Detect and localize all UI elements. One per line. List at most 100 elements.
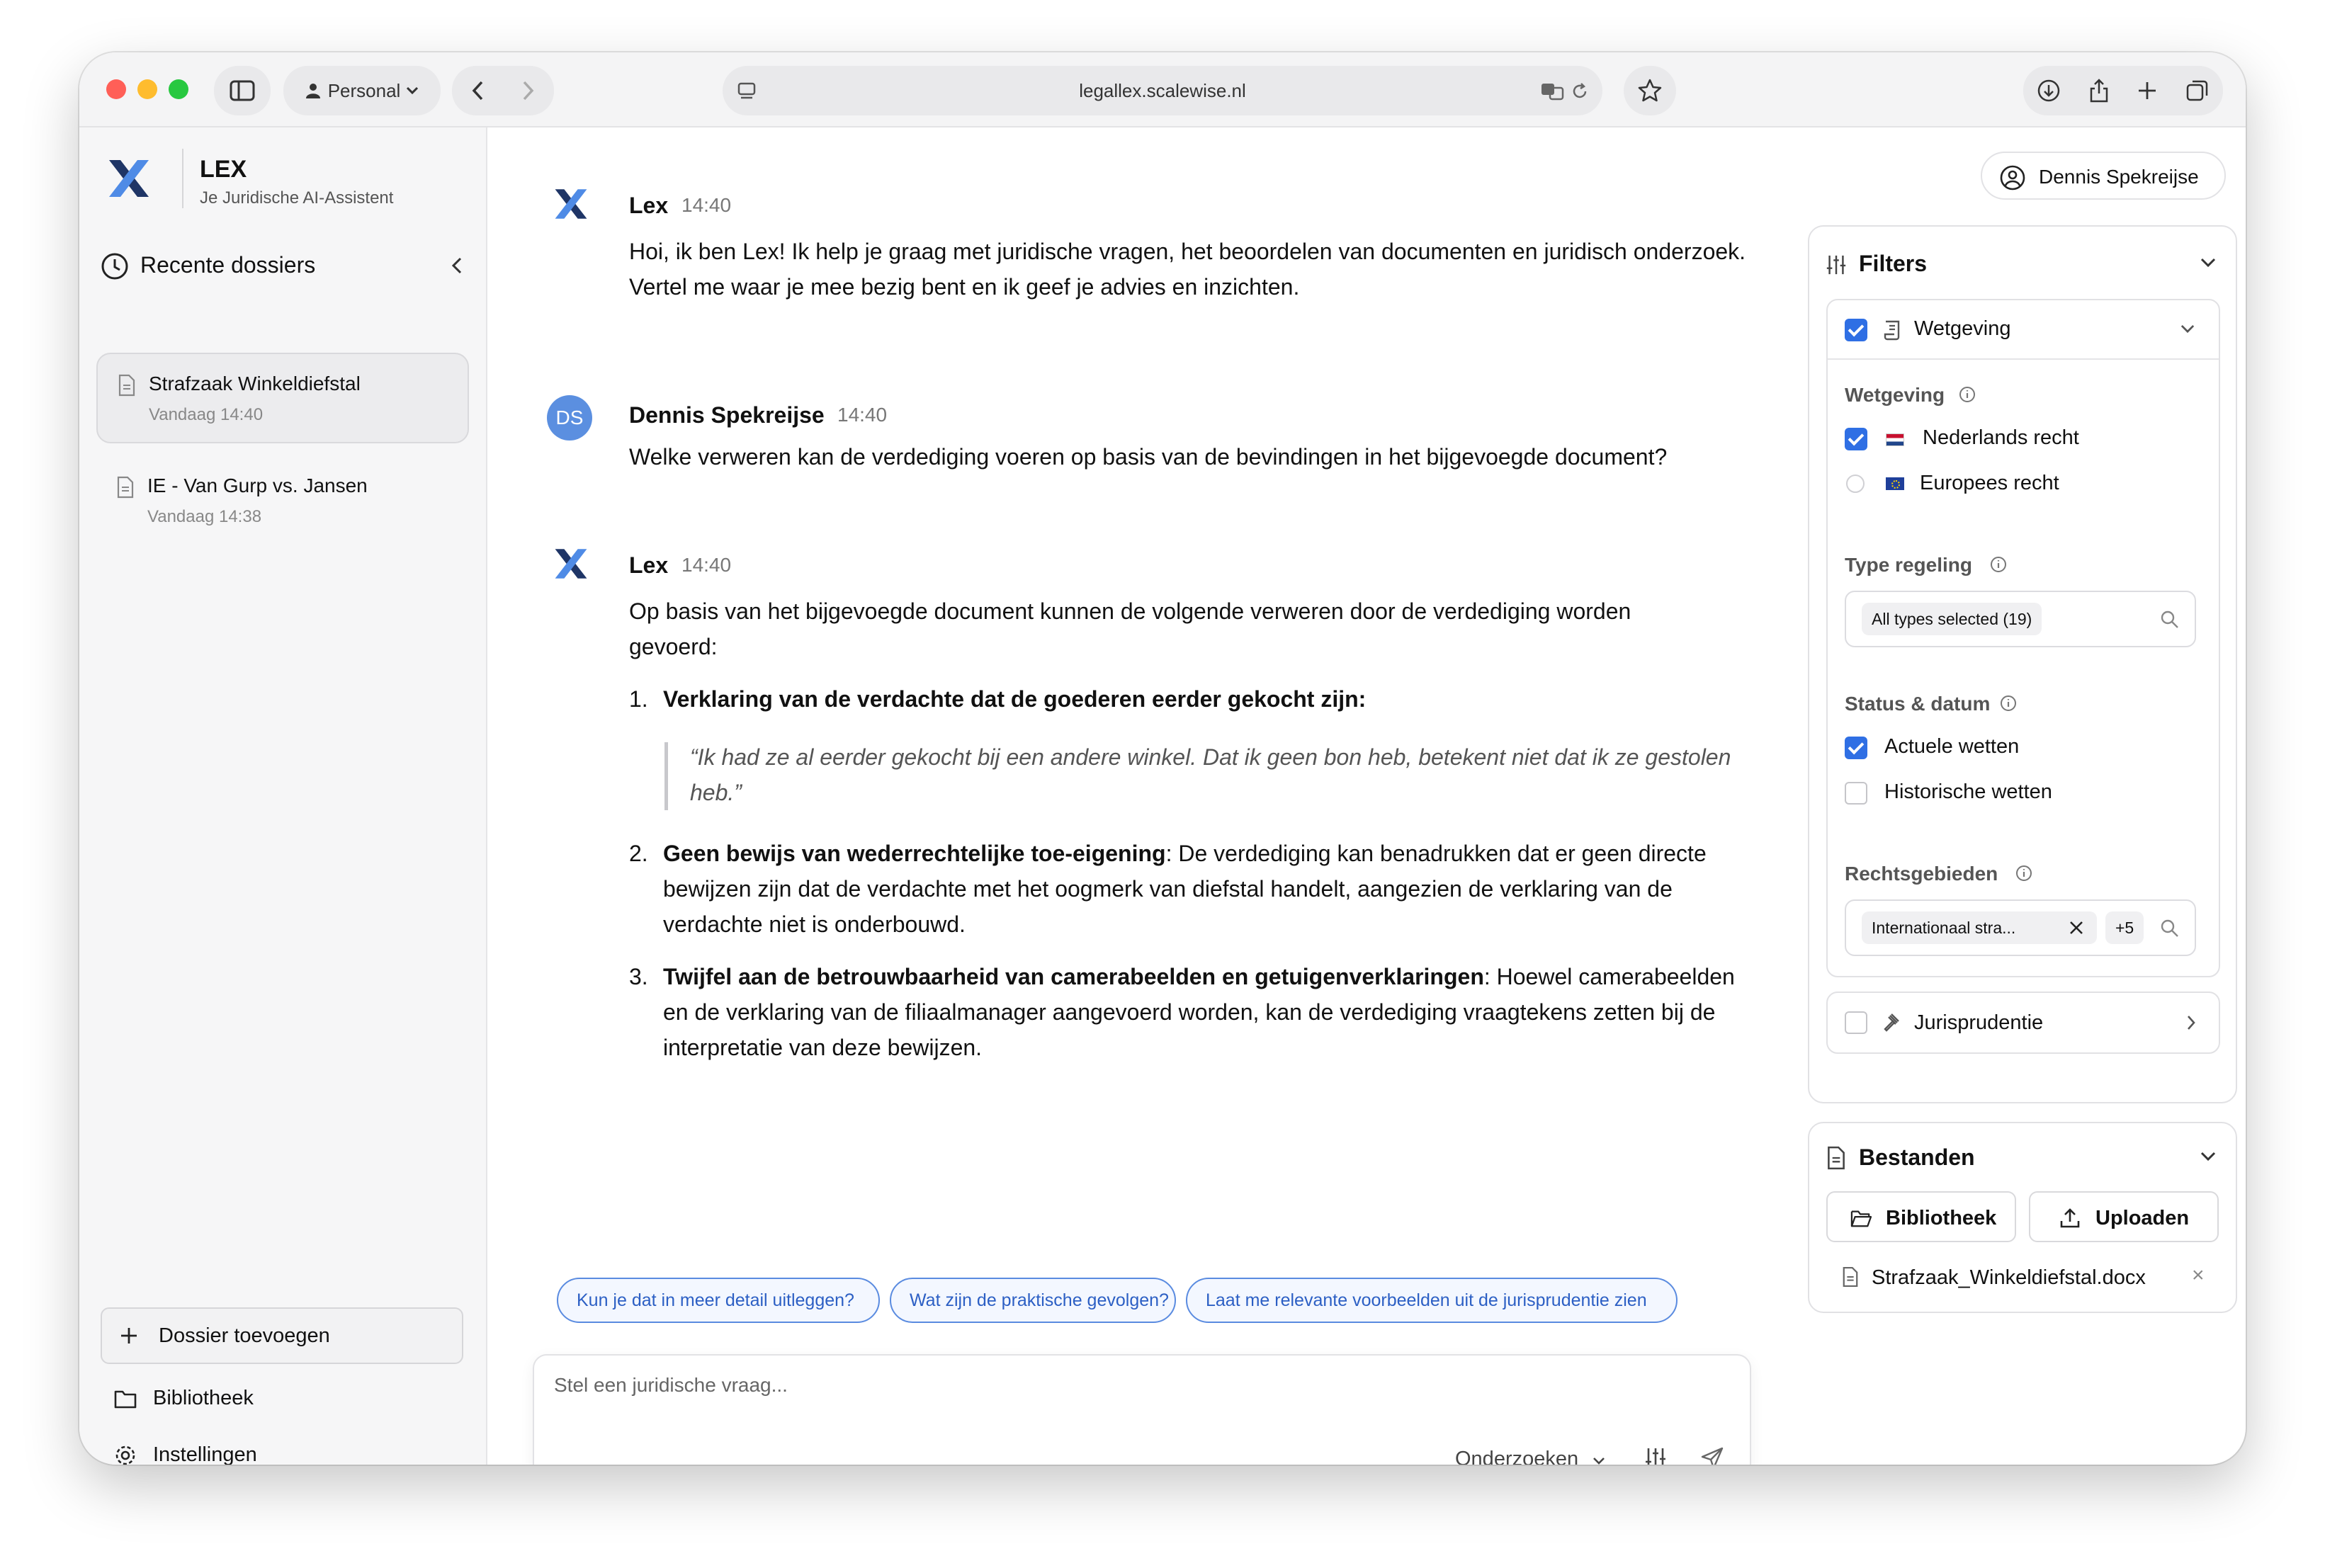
suggestion-chip[interactable]: Laat me relevante voorbeelden uit de jur…	[1186, 1278, 1678, 1323]
browser-window: Personal legallex.scalewise.nl LEX Je Ju…	[79, 52, 2246, 1465]
wetgeving-group-header[interactable]: Wetgeving	[1828, 300, 2219, 360]
reload-icon[interactable]	[1570, 81, 1590, 101]
eu-recht-label: Europees recht	[1920, 472, 2059, 494]
bookmark-button[interactable]	[1624, 66, 1676, 115]
eu-recht-checkbox[interactable]	[1846, 475, 1865, 493]
wetgeving-checkbox[interactable]	[1845, 319, 1867, 341]
message-intro: Op basis van het bijgevoegde document ku…	[629, 598, 1631, 659]
search-icon	[2161, 610, 2178, 628]
nl-flag-icon	[1886, 433, 1904, 446]
message-time: 14:40	[681, 194, 732, 216]
rechtsgebied-tag: Internationaal stra...	[1862, 911, 2097, 944]
new-tab-icon[interactable]	[2137, 80, 2158, 101]
plus-icon	[121, 1328, 137, 1343]
sidebar-icon	[230, 80, 255, 101]
filters-card: Filters Wetgeving Wetgeving Nederlands r…	[1808, 225, 2237, 1103]
chevron-down-icon[interactable]	[2200, 258, 2216, 268]
list-number: 2.	[629, 841, 648, 866]
type-regeling-select[interactable]: All types selected (19)	[1845, 591, 2196, 647]
list-item: Geen bewijs van wederrechtelijke toe-eig…	[663, 836, 1768, 942]
zoom-window-button[interactable]	[169, 79, 188, 99]
info-icon[interactable]	[2015, 864, 2033, 882]
file-item[interactable]: Strafzaak_Winkeldiefstal.docx ×	[1826, 1261, 2220, 1296]
close-window-button[interactable]	[106, 79, 126, 99]
lex-avatar-icon	[555, 189, 587, 219]
recent-dossiers-header: Recente dossiers	[101, 248, 469, 282]
nl-recht-label: Nederlands recht	[1923, 426, 2079, 449]
list-number: 1.	[629, 686, 648, 712]
message-text: Welke verweren kan de verdediging voeren…	[629, 444, 1668, 470]
collapse-chevron-icon[interactable]	[451, 256, 463, 275]
user-avatar: DS	[547, 395, 592, 441]
status-datum-label: Status & datum	[1845, 693, 1991, 715]
rechtsgebied-more-tag[interactable]: +5	[2105, 911, 2144, 944]
message-time: 14:40	[681, 554, 732, 576]
profile-button[interactable]: Personal	[283, 66, 441, 115]
jurisprudentie-group[interactable]: Jurisprudentie	[1826, 992, 2220, 1054]
brand-title: LEX	[200, 156, 247, 183]
add-dossier-label: Dossier toevoegen	[159, 1324, 330, 1347]
forward-icon[interactable]	[522, 80, 535, 101]
list-number: 3.	[629, 964, 648, 989]
dossier-date: Vandaag 14:38	[147, 507, 262, 526]
info-icon[interactable]	[1999, 694, 2018, 712]
message-time: 14:40	[837, 404, 888, 426]
historische-wetten-label: Historische wetten	[1884, 780, 2052, 803]
close-icon[interactable]	[2069, 920, 2084, 936]
person-icon	[305, 84, 320, 98]
composer: Onderzoeken	[533, 1354, 1751, 1465]
add-dossier-button[interactable]: Dossier toevoegen	[101, 1307, 463, 1364]
dossier-item-ie-van-gurp[interactable]: IE - Van Gurp vs. Jansen Vandaag 14:38	[96, 456, 469, 547]
question-input[interactable]	[554, 1371, 1546, 1399]
type-regeling-tag: All types selected (19)	[1862, 603, 2042, 635]
wetgeving-group-label: Wetgeving	[1914, 317, 2011, 340]
rechtsgebieden-select[interactable]: Internationaal stra... +5	[1845, 899, 2196, 956]
minimize-window-button[interactable]	[137, 79, 157, 99]
filters-title: Filters	[1859, 251, 1928, 276]
suggestion-chip[interactable]: Kun je dat in meer detail uitleggen?	[557, 1278, 880, 1323]
historische-wetten-checkbox[interactable]	[1845, 782, 1867, 805]
actuele-wetten-checkbox[interactable]	[1845, 737, 1867, 759]
settings-label: Instellingen	[153, 1443, 257, 1465]
wetgeving-label: Wetgeving	[1845, 384, 1945, 406]
sidebar-toggle-button[interactable]	[214, 66, 271, 115]
folder-open-icon	[1850, 1210, 1872, 1227]
filter-sliders-icon[interactable]	[1644, 1446, 1668, 1465]
gavel-icon	[1884, 1013, 1899, 1032]
file-name: Strafzaak_Winkeldiefstal.docx	[1872, 1266, 2146, 1289]
back-icon[interactable]	[471, 80, 484, 101]
suggestion-chip[interactable]: Wat zijn de praktische gevolgen?	[890, 1278, 1176, 1323]
url-text: legallex.scalewise.nl	[1079, 80, 1246, 101]
mode-select[interactable]: Onderzoeken	[1455, 1448, 1605, 1465]
upload-button[interactable]: Uploaden	[2029, 1191, 2219, 1242]
nl-recht-checkbox[interactable]	[1845, 428, 1867, 450]
rechtsgebieden-label: Rechtsgebieden	[1845, 863, 1998, 885]
document-icon	[117, 476, 134, 499]
share-icon[interactable]	[2088, 78, 2110, 103]
info-icon[interactable]	[1989, 555, 2008, 574]
files-title: Bestanden	[1859, 1144, 1975, 1170]
download-icon[interactable]	[2037, 79, 2061, 103]
jurisprudentie-checkbox[interactable]	[1845, 1011, 1867, 1034]
address-bar[interactable]: legallex.scalewise.nl	[723, 66, 1602, 115]
list-item: Twijfel aan de betrouwbaarheid van camer…	[663, 959, 1740, 1065]
chevron-down-icon	[2180, 324, 2195, 334]
history-nav	[452, 66, 554, 115]
send-icon[interactable]	[1700, 1446, 1724, 1465]
chevron-down-icon[interactable]	[2200, 1152, 2216, 1161]
actuele-wetten-label: Actuele wetten	[1884, 735, 2020, 758]
brand-subtitle: Je Juridische AI-Assistent	[200, 188, 394, 208]
brand-divider	[182, 149, 183, 208]
dossier-title: IE - Van Gurp vs. Jansen	[147, 475, 368, 496]
translate-icon[interactable]	[1540, 81, 1566, 101]
wetgeving-group: Wetgeving Wetgeving Nederlands recht Eur…	[1826, 299, 2220, 977]
remove-file-button[interactable]: ×	[2192, 1263, 2205, 1288]
browser-toolbar: Personal legallex.scalewise.nl	[79, 52, 2246, 127]
info-icon[interactable]	[1958, 385, 1976, 404]
library-button[interactable]: Bibliotheek	[1826, 1191, 2016, 1242]
chevron-right-icon	[2188, 1016, 2195, 1030]
dossier-item-strafzaak[interactable]: Strafzaak Winkeldiefstal Vandaag 14:40	[96, 353, 469, 443]
user-menu-button[interactable]: Dennis Spekreijse	[1981, 152, 2226, 200]
tab-overview-icon[interactable]	[2185, 79, 2210, 103]
dossier-title: Strafzaak Winkeldiefstal	[149, 373, 361, 394]
